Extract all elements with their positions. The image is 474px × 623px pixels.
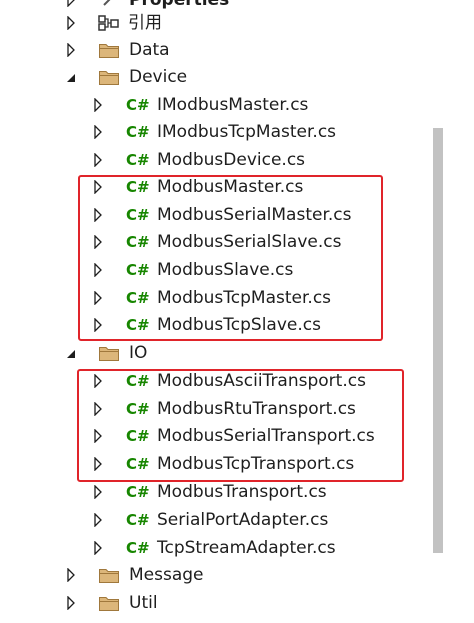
tree-item-file[interactable]: C# TcpStreamAdapter.cs [0,535,430,562]
tree-item-label: IModbusTcpMaster.cs [157,122,337,142]
tree-item-file[interactable]: C# ModbusTransport.cs [0,479,430,506]
expanded-arrow-icon[interactable] [66,347,76,361]
tree-item-util-folder[interactable]: Util [0,590,430,617]
tree-item-references[interactable]: 引用 [0,10,430,37]
collapsed-arrow-icon[interactable] [66,596,76,610]
collapsed-arrow-icon[interactable] [93,485,103,499]
wrench-icon [98,0,120,9]
tree-item-label: Data [129,40,170,60]
collapsed-arrow-icon[interactable] [93,153,103,167]
references-icon [98,14,120,32]
tree-item-label: Device [129,67,188,87]
csharp-file-icon: C# [126,511,150,529]
collapsed-arrow-icon[interactable] [66,568,76,582]
tree-item-label: SerialPortAdapter.cs [157,510,329,530]
tree-item-file[interactable]: C# IModbusMaster.cs [0,92,430,119]
collapsed-arrow-icon[interactable] [93,513,103,527]
highlight-box-io-group [77,369,404,482]
tree-item-file[interactable]: C# ModbusDevice.cs [0,147,430,174]
highlight-box-device-group [78,175,383,341]
folder-icon [98,594,120,612]
tree-item-label: IModbusMaster.cs [157,95,309,115]
csharp-file-icon: C# [126,483,150,501]
csharp-file-icon: C# [126,539,150,557]
tree-item-file[interactable]: C# SerialPortAdapter.cs [0,507,430,534]
tree-item-label: IO [129,343,148,363]
collapsed-arrow-icon[interactable] [93,98,103,112]
tree-item-label: ModbusDevice.cs [157,150,306,170]
tree-item-label: Message [129,565,204,585]
solution-explorer-tree: Properties 引用 Data Device C# IModbusMast… [0,0,474,623]
tree-item-label: ModbusTransport.cs [157,482,327,502]
collapsed-arrow-icon[interactable] [66,16,76,30]
folder-icon [98,344,120,362]
tree-item-message-folder[interactable]: Message [0,562,430,589]
folder-icon [98,68,120,86]
collapsed-arrow-icon[interactable] [93,125,103,139]
collapsed-arrow-icon[interactable] [66,0,76,7]
csharp-file-icon: C# [126,96,150,114]
scrollbar-thumb[interactable] [433,128,443,553]
collapsed-arrow-icon[interactable] [66,43,76,57]
tree-item-label: Util [129,593,158,613]
csharp-file-icon: C# [126,123,150,141]
expanded-arrow-icon[interactable] [66,71,76,85]
folder-icon [98,41,120,59]
folder-icon [98,566,120,584]
tree-item-data-folder[interactable]: Data [0,37,430,64]
csharp-file-icon: C# [126,151,150,169]
tree-item-label: TcpStreamAdapter.cs [157,538,336,558]
tree-item-label: 引用 [128,13,162,33]
tree-item-device-folder[interactable]: Device [0,64,430,91]
tree-item-file[interactable]: C# IModbusTcpMaster.cs [0,119,430,146]
tree-item-io-folder[interactable]: IO [0,340,430,367]
collapsed-arrow-icon[interactable] [93,541,103,555]
